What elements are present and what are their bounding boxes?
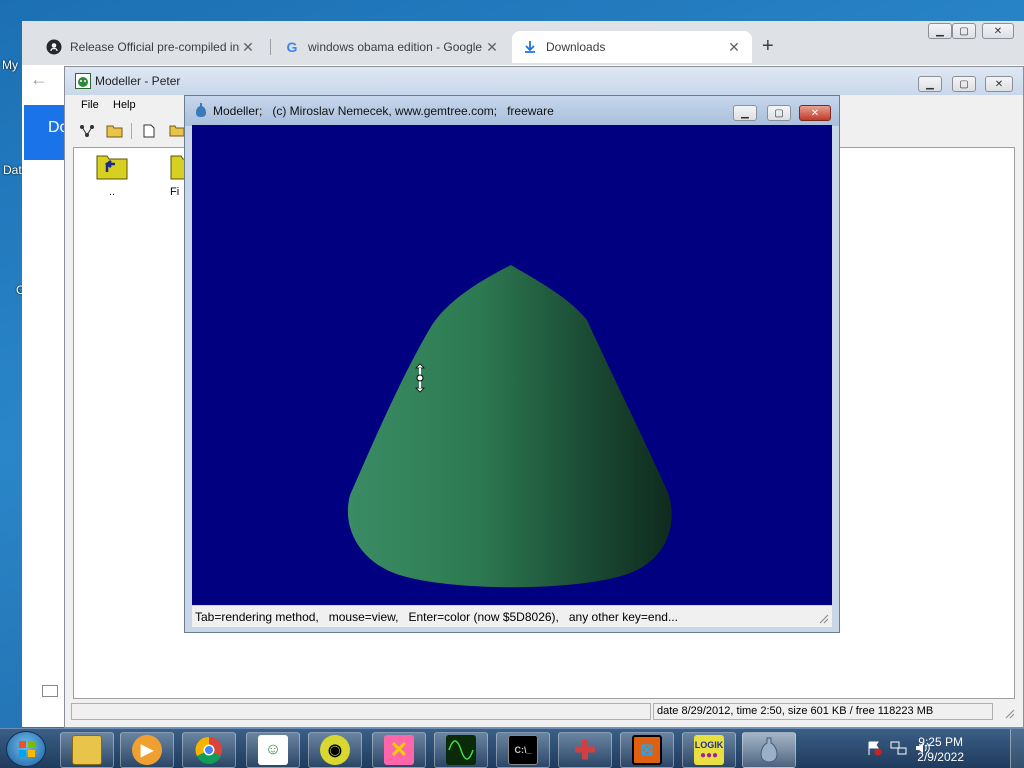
modeller-icon [754, 735, 784, 765]
peter-titlebar[interactable]: Modeller - Peter ▁ ▢ ✕ [65, 67, 1023, 95]
parent-folder-icon [96, 152, 128, 180]
taskbar-oscilloscope[interactable] [434, 732, 488, 768]
logik-label: LOGIK [694, 739, 724, 750]
taskbar-modeller[interactable] [742, 732, 796, 768]
close-icon[interactable]: ✕ [240, 39, 256, 56]
taskbar-puzzle[interactable]: ⊠ [620, 732, 674, 768]
tab-label: Release Official pre-compiled ins [70, 40, 240, 54]
status-panel-empty [71, 703, 651, 720]
cross-puzzle-icon: ✚ [574, 734, 596, 765]
tab-label: Downloads [546, 40, 606, 54]
taskbar-alien-game[interactable]: ◉ [308, 732, 362, 768]
sidebar-toggle-icon[interactable] [42, 685, 58, 697]
tree-icon[interactable] [77, 122, 97, 140]
resize-grip-icon[interactable] [1003, 707, 1015, 719]
maximize-button[interactable]: ▢ [952, 23, 976, 39]
tab-divider [270, 39, 271, 55]
minimize-button[interactable]: ▁ [733, 105, 757, 121]
windows-logo-icon [19, 741, 35, 757]
network-icon[interactable] [890, 740, 908, 756]
minimize-button[interactable]: ▁ [918, 76, 942, 92]
close-button[interactable]: ✕ [982, 23, 1014, 39]
github-icon [46, 39, 62, 55]
console-icon: C:\_ [508, 735, 538, 765]
open-folder-icon[interactable] [105, 122, 125, 140]
close-icon[interactable]: ✕ [484, 39, 500, 56]
status-text: Tab=rendering method, mouse=view, Enter=… [195, 609, 678, 624]
toolbar-separator [131, 123, 132, 139]
vase-icon [195, 102, 209, 120]
menu-file[interactable]: File [81, 99, 99, 111]
viewer-window: Modeller; (c) Miroslav Nemecek, www.gemt… [184, 95, 840, 633]
tab-google[interactable]: G windows obama edition - Google ✕ [274, 31, 510, 63]
close-button[interactable]: ✕ [799, 105, 831, 121]
google-icon: G [286, 39, 298, 55]
action-center-icon[interactable] [866, 740, 882, 756]
window-title: Modeller; (c) Miroslav Nemecek, www.gemt… [213, 104, 554, 118]
desktop-icon-label[interactable]: Dat [3, 163, 22, 177]
window-title: Modeller - Peter [95, 74, 181, 88]
tab-release[interactable]: Release Official pre-compiled ins ✕ [36, 31, 266, 63]
viewer-status-bar: Tab=rendering method, mouse=view, Enter=… [192, 605, 832, 627]
menu-help[interactable]: Help [113, 99, 136, 111]
close-icon[interactable]: ✕ [726, 39, 742, 56]
taskbar-console[interactable]: C:\_ [496, 732, 550, 768]
taskbar-cross-puzzle[interactable]: ✚ [558, 732, 612, 768]
minimize-button[interactable]: ▁ [928, 23, 952, 39]
bunny-game-icon: ☺ [258, 735, 288, 765]
logik-icon: LOGIK ●●● [694, 735, 724, 765]
taskbar-bunny-game[interactable]: ☺ [246, 732, 300, 768]
taskbar-clock[interactable]: 9:25 PM 2/9/2022 [917, 735, 964, 765]
alien-game-icon: ◉ [320, 735, 350, 765]
new-file-icon[interactable] [139, 122, 159, 140]
taskbar: ▶ ☺ ◉ ✕ C:\_ ✚ ⊠ LOGIK ●●● 9:25 PM 2/9/2… [0, 728, 1024, 768]
item-label: .. [108, 186, 116, 198]
media-player-icon: ▶ [132, 735, 162, 765]
puzzle-icon: ⊠ [632, 735, 662, 765]
clock-time: 9:25 PM [918, 735, 963, 749]
new-tab-button[interactable]: + [762, 35, 774, 58]
render-canvas[interactable] [192, 125, 832, 605]
page-header: Do [24, 105, 66, 160]
list-item[interactable]: .. [88, 152, 136, 198]
x-game-icon: ✕ [384, 735, 414, 765]
maximize-button[interactable]: ▢ [767, 105, 791, 121]
taskbar-media-player[interactable]: ▶ [120, 732, 174, 768]
chrome-icon [194, 735, 224, 765]
taskbar-chrome[interactable] [182, 732, 236, 768]
tab-label: windows obama edition - Google [308, 40, 483, 54]
taskbar-logik[interactable]: LOGIK ●●● [682, 732, 736, 768]
oscilloscope-icon [446, 735, 476, 765]
show-desktop-button[interactable] [1010, 729, 1024, 768]
clock-date: 2/9/2022 [917, 750, 964, 764]
maximize-button[interactable]: ▢ [952, 76, 976, 92]
cone-render [347, 265, 672, 588]
close-button[interactable]: ✕ [985, 76, 1013, 92]
explorer-icon [72, 735, 102, 765]
taskbar-explorer[interactable] [60, 732, 114, 768]
start-button[interactable] [6, 731, 46, 767]
taskbar-x-game[interactable]: ✕ [372, 732, 426, 768]
download-icon [522, 39, 538, 55]
tab-downloads[interactable]: Downloads ✕ [512, 31, 752, 63]
peter-app-icon [75, 73, 91, 89]
desktop-icon-label[interactable]: My [2, 58, 18, 72]
cone-shape [347, 265, 672, 588]
back-button[interactable]: ← [30, 69, 48, 90]
resize-cursor-icon [414, 363, 426, 393]
resize-grip-icon[interactable] [817, 612, 829, 624]
status-bar: date 8/29/2012, time 2:50, size 601 KB /… [71, 701, 1017, 721]
status-text: date 8/29/2012, time 2:50, size 601 KB /… [653, 703, 993, 720]
